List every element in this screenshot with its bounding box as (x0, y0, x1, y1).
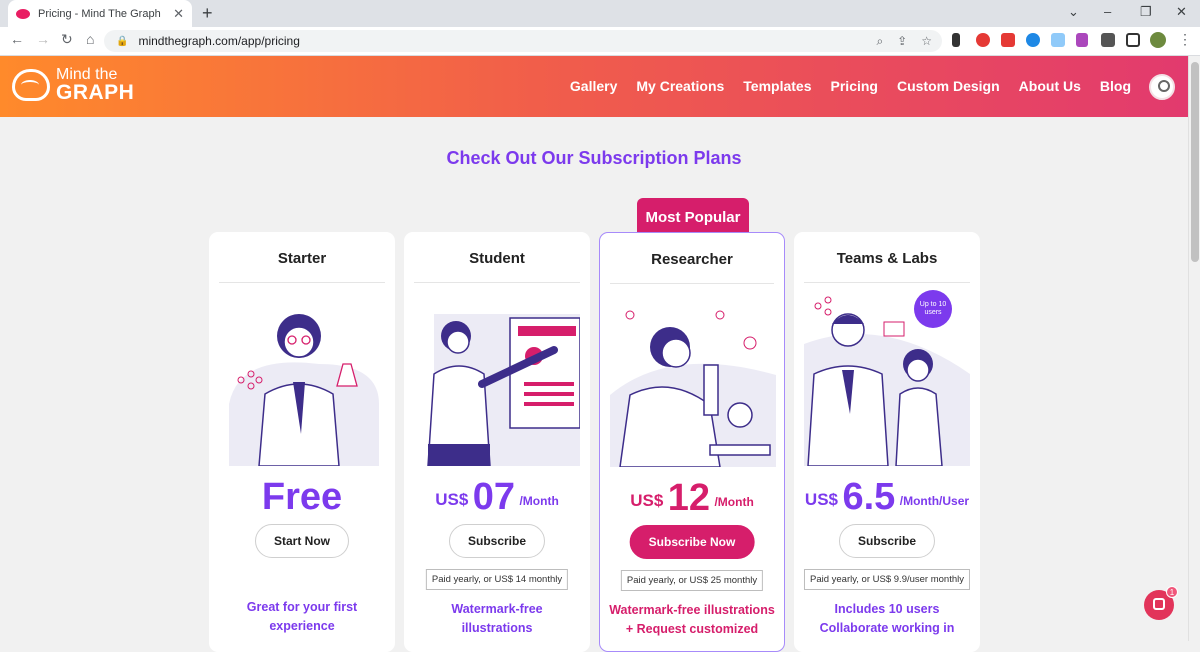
price-currency: US$ (435, 490, 469, 509)
url-text: mindthegraph.com/app/pricing (138, 34, 300, 48)
extension-library-icon[interactable] (1076, 33, 1088, 47)
reload-icon[interactable]: ↻ (61, 31, 73, 48)
nav-about-us[interactable]: About Us (1019, 78, 1081, 94)
side-panel-icon[interactable] (1126, 33, 1140, 47)
divider (219, 282, 385, 283)
page-scrollbar[interactable] (1188, 56, 1200, 641)
nav-custom-design[interactable]: Custom Design (897, 78, 1000, 94)
plan-card-student: Student US$ 07 /Month Subscribe Paid yea… (404, 232, 590, 652)
tab-search-icon[interactable]: ⌄ (1068, 4, 1079, 20)
chat-unread-count: 1 (1166, 586, 1178, 598)
divider (804, 282, 970, 283)
user-avatar[interactable] (1149, 74, 1175, 100)
plan-price: US$ 12 /Month (600, 477, 784, 520)
plan-title: Researcher (651, 251, 733, 268)
page-heading: Check Out Our Subscription Plans (446, 148, 742, 168)
extension-opera-icon[interactable] (976, 33, 990, 47)
billing-note: Paid yearly, or US$ 14 monthly (425, 569, 569, 590)
student-illustration (427, 314, 580, 466)
site-logo[interactable]: Mind the GRAPH (12, 67, 135, 104)
scrollbar-thumb[interactable] (1191, 62, 1199, 262)
close-window-icon[interactable]: ✕ (1176, 4, 1187, 20)
plan-features: Watermark-free illustrations + Request c… (609, 603, 775, 636)
browser-tab-bar: Pricing - Mind The Graph ✕ + ⌄ – ❐ ✕ (0, 0, 1200, 27)
plan-title: Teams & Labs (836, 250, 938, 267)
plan-features: Watermark-free illustrations (451, 602, 543, 635)
extension-blue-icon[interactable] (1026, 33, 1040, 47)
restore-icon[interactable]: ❐ (1140, 4, 1152, 20)
chat-launcher[interactable]: 1 (1144, 586, 1178, 620)
subscribe-now-button[interactable]: Subscribe Now (629, 525, 755, 559)
address-bar[interactable]: 🔒 mindthegraph.com/app/pricing ⌕ ⇪ ☆ (104, 30, 942, 52)
brain-logo-icon (12, 68, 50, 101)
zoom-icon[interactable]: ⌕ (876, 34, 883, 49)
most-popular-badge: Most Popular (637, 198, 749, 236)
price-value: Free (261, 476, 343, 518)
price-period: /Month (519, 494, 559, 508)
plan-features: Great for your first experience (246, 600, 358, 633)
nav-gallery[interactable]: Gallery (570, 78, 617, 94)
nav-my-creations[interactable]: My Creations (636, 78, 724, 94)
site-header: Mind the GRAPH Gallery My Creations Temp… (0, 56, 1188, 117)
start-now-button[interactable]: Start Now (254, 524, 350, 558)
main-nav: Gallery My Creations Templates Pricing C… (570, 78, 1131, 94)
browser-toolbar: ← → ↻ ⌂ 🔒 mindthegraph.com/app/pricing ⌕… (0, 27, 1200, 56)
nav-pricing[interactable]: Pricing (831, 78, 878, 94)
nav-blog[interactable]: Blog (1100, 78, 1131, 94)
extension-bolt-icon[interactable] (952, 33, 960, 47)
logo-line2: GRAPH (56, 81, 135, 104)
up-to-10-users-badge: Up to 10 users (914, 290, 952, 328)
forward-icon[interactable]: → (36, 31, 50, 47)
price-value: 6.5 (842, 476, 896, 518)
divider (414, 282, 580, 283)
price-currency: US$ (804, 490, 838, 509)
back-icon[interactable]: ← (10, 31, 24, 47)
close-tab-icon[interactable]: ✕ (173, 6, 184, 22)
price-period: /Month (714, 495, 754, 509)
plan-features: Includes 10 users Collaborate working in (819, 602, 955, 635)
profile-avatar-icon[interactable] (1150, 32, 1166, 48)
plan-card-starter: Starter Free Start Now Great for your fi… (209, 232, 395, 652)
nav-templates[interactable]: Templates (743, 78, 811, 94)
browser-tab[interactable]: Pricing - Mind The Graph ✕ (8, 0, 192, 27)
new-tab-icon[interactable]: + (202, 3, 213, 24)
plan-price: Free (209, 476, 395, 519)
minimize-icon[interactable]: – (1104, 4, 1111, 19)
price-period: /Month/User (899, 494, 970, 508)
researcher-illustration (610, 310, 776, 467)
price-value: 07 (472, 476, 516, 518)
extension-adblock-icon[interactable] (1001, 33, 1015, 47)
plan-card-teams-labs: Teams & Labs Up to 10 users US$ 6.5 /Mon… (794, 232, 980, 652)
billing-note: Paid yearly, or US$ 9.9/user monthly (803, 569, 971, 590)
price-currency: US$ (630, 491, 664, 510)
billing-note: Paid yearly, or US$ 25 monthly (620, 570, 764, 591)
price-value: 12 (667, 477, 711, 519)
site-favicon-icon (16, 8, 30, 19)
extensions-puzzle-icon[interactable] (1101, 33, 1115, 47)
plan-card-researcher: Researcher US$ 12 /Month Subscribe Now P… (599, 232, 785, 652)
chat-icon (1153, 598, 1165, 610)
browser-menu-icon[interactable]: ⋮ (1178, 31, 1192, 48)
subscribe-button[interactable]: Subscribe (838, 524, 936, 558)
bookmark-star-icon[interactable]: ☆ (921, 34, 932, 49)
plan-title: Student (469, 250, 525, 267)
starter-illustration (229, 314, 379, 466)
home-icon[interactable]: ⌂ (86, 31, 94, 47)
plan-price: US$ 6.5 /Month/User (794, 476, 980, 519)
share-icon[interactable]: ⇪ (897, 34, 907, 49)
plan-title: Starter (277, 250, 327, 267)
tab-title: Pricing - Mind The Graph (38, 7, 161, 20)
extension-doc-icon[interactable] (1051, 33, 1065, 47)
lock-icon: 🔒 (116, 35, 129, 47)
subscribe-button[interactable]: Subscribe (448, 524, 546, 558)
plan-price: US$ 07 /Month (404, 476, 590, 519)
divider (610, 283, 774, 284)
